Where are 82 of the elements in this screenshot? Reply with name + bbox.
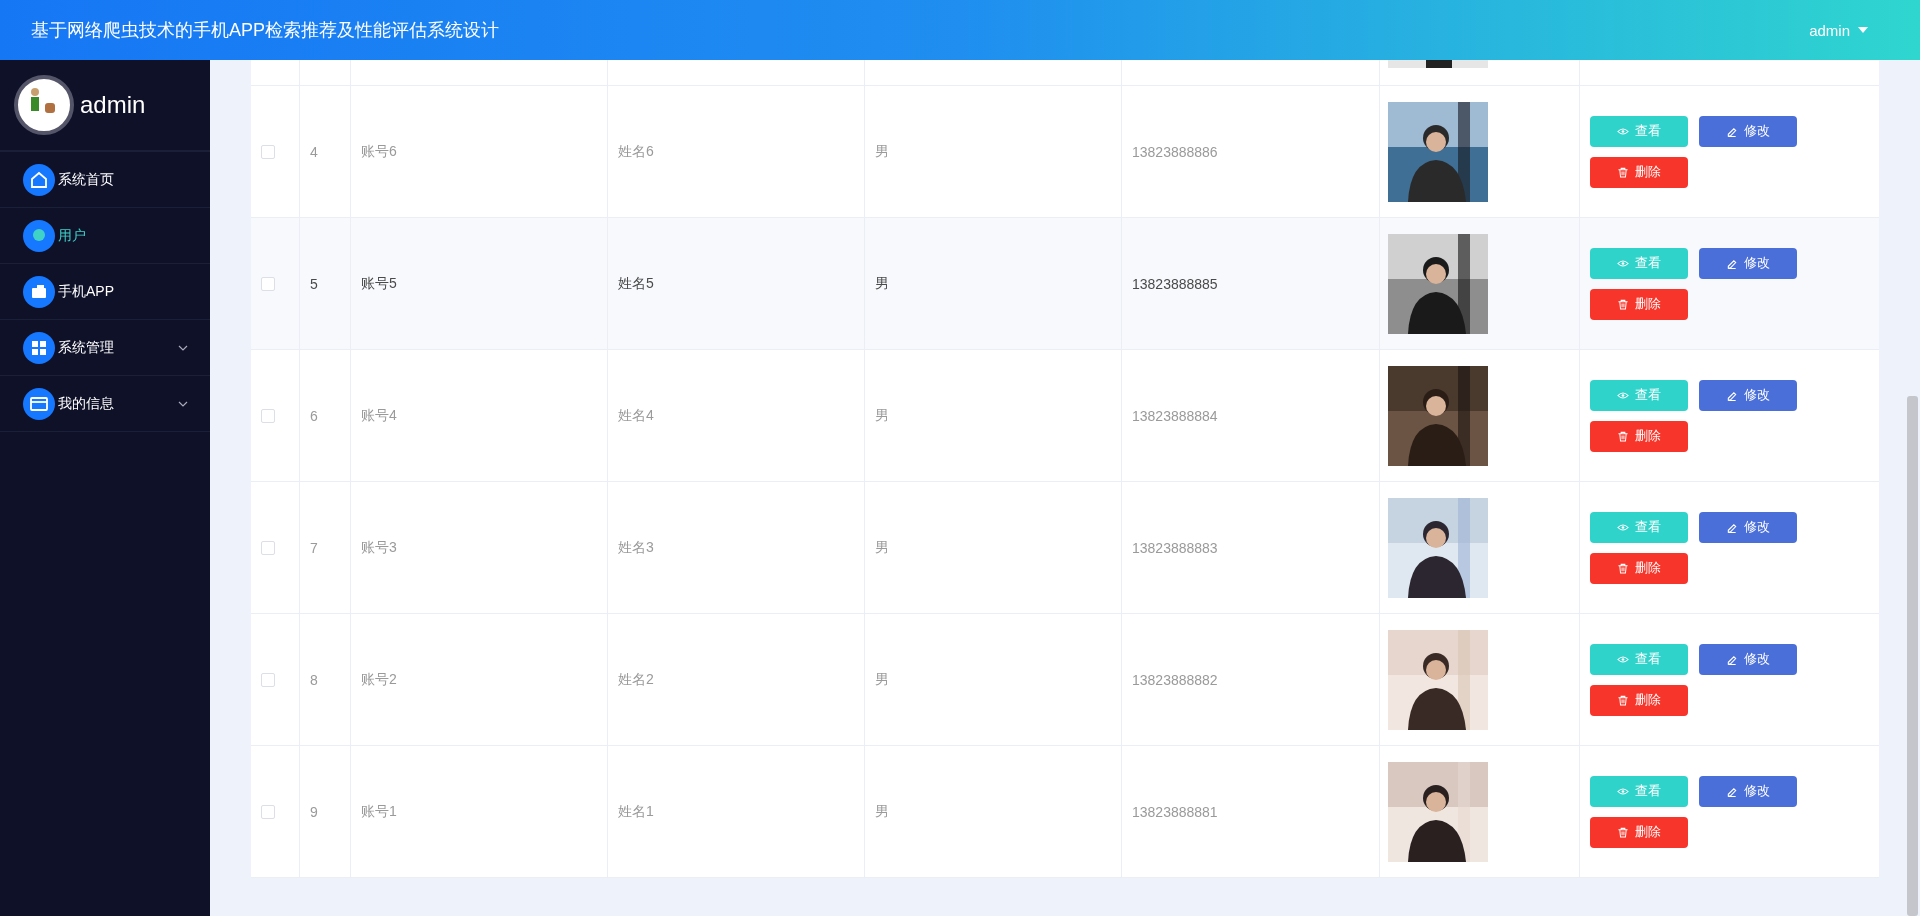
trash-icon: [1617, 694, 1629, 706]
pen-icon: [1726, 389, 1738, 401]
chevron-down-icon: [178, 344, 188, 351]
trash-icon: [1617, 562, 1629, 574]
table-cell: 男: [875, 406, 889, 425]
avatar: [14, 75, 74, 135]
edit-button[interactable]: 修改: [1699, 115, 1797, 147]
table-cell: 6: [310, 407, 318, 424]
table-cell: 姓名3: [618, 538, 654, 557]
user-name: admin: [80, 91, 146, 119]
pen-icon: [1726, 785, 1738, 797]
eye-icon: [1617, 257, 1629, 269]
table-cell: 8: [310, 671, 318, 688]
delete-button[interactable]: 删除: [1590, 684, 1688, 716]
edit-button[interactable]: 修改: [1699, 379, 1797, 411]
trash-icon: [1617, 826, 1629, 838]
eye-icon: [1617, 389, 1629, 401]
eye-icon: [1617, 653, 1629, 665]
menu-item[interactable]: 系统管理: [0, 320, 210, 376]
table-cell: 5: [310, 275, 318, 292]
table-cell: 13823888884: [1132, 407, 1218, 424]
table-cell: 男: [875, 670, 889, 689]
eye-icon: [1617, 125, 1629, 137]
edit-button[interactable]: 修改: [1699, 247, 1797, 279]
pen-icon: [1726, 257, 1738, 269]
trash-icon: [1617, 430, 1629, 442]
delete-button[interactable]: 删除: [1590, 420, 1688, 452]
table-cell: 姓名6: [618, 142, 654, 161]
delete-button[interactable]: 删除: [1590, 816, 1688, 848]
table-cell: 13823888881: [1132, 803, 1218, 820]
table-cell: 男: [875, 274, 889, 293]
table-cell: 13823888882: [1132, 671, 1218, 688]
delete-button[interactable]: 删除: [1590, 156, 1688, 188]
table-cell: 男: [875, 538, 889, 557]
table-cell: 男: [875, 802, 889, 821]
chevron-down-icon: [178, 400, 188, 407]
table-cell: 9: [310, 803, 318, 820]
table-cell: 账号4: [361, 406, 397, 425]
row-checkbox[interactable]: [261, 144, 275, 159]
menu-item[interactable]: 系统首页: [0, 152, 210, 208]
table-cell: 姓名2: [618, 670, 654, 689]
edit-button[interactable]: 修改: [1699, 643, 1797, 675]
pen-icon: [1726, 653, 1738, 665]
row-checkbox[interactable]: [261, 672, 275, 687]
table-cell: 13823888886: [1132, 143, 1218, 160]
table-cell: 账号5: [361, 274, 397, 293]
table-cell: 账号6: [361, 142, 397, 161]
app-title: 基于网络爬虫技术的手机APP检索推荐及性能评估系统设计: [31, 19, 500, 42]
edit-button[interactable]: 修改: [1699, 511, 1797, 543]
table-cell: 13823888883: [1132, 539, 1218, 556]
eye-icon: [1617, 521, 1629, 533]
pen-icon: [1726, 521, 1738, 533]
trash-icon: [1617, 298, 1629, 310]
table-cell: 姓名4: [618, 406, 654, 425]
table-cell: 男: [875, 142, 889, 161]
home-icon: [23, 163, 55, 196]
row-checkbox[interactable]: [261, 804, 275, 819]
menu-item[interactable]: 用户: [0, 208, 210, 264]
table-cell: 13823888885: [1132, 275, 1218, 292]
table-cell: 账号2: [361, 670, 397, 689]
delete-button[interactable]: 删除: [1590, 552, 1688, 584]
caret-icon: [1858, 27, 1868, 33]
trash-icon: [1617, 166, 1629, 178]
menu-item[interactable]: 手机APP: [0, 264, 210, 320]
table-cell: 账号1: [361, 802, 397, 821]
menu-item[interactable]: 我的信息: [0, 376, 210, 432]
table-cell: 姓名5: [618, 274, 654, 293]
row-checkbox[interactable]: [261, 276, 275, 291]
wallet-icon: [23, 275, 55, 308]
eye-icon: [1617, 785, 1629, 797]
edit-button[interactable]: 修改: [1699, 775, 1797, 807]
card-icon: [23, 387, 55, 420]
row-checkbox[interactable]: [261, 408, 275, 423]
globe-icon: [23, 219, 55, 252]
row-checkbox[interactable]: [261, 540, 275, 555]
grid-icon: [23, 331, 55, 364]
pen-icon: [1726, 125, 1738, 137]
table-cell: 7: [310, 539, 318, 556]
delete-button[interactable]: 删除: [1590, 288, 1688, 320]
table-cell: 姓名1: [618, 802, 654, 821]
table-cell: 4: [310, 143, 318, 160]
table-cell: 账号3: [361, 538, 397, 557]
